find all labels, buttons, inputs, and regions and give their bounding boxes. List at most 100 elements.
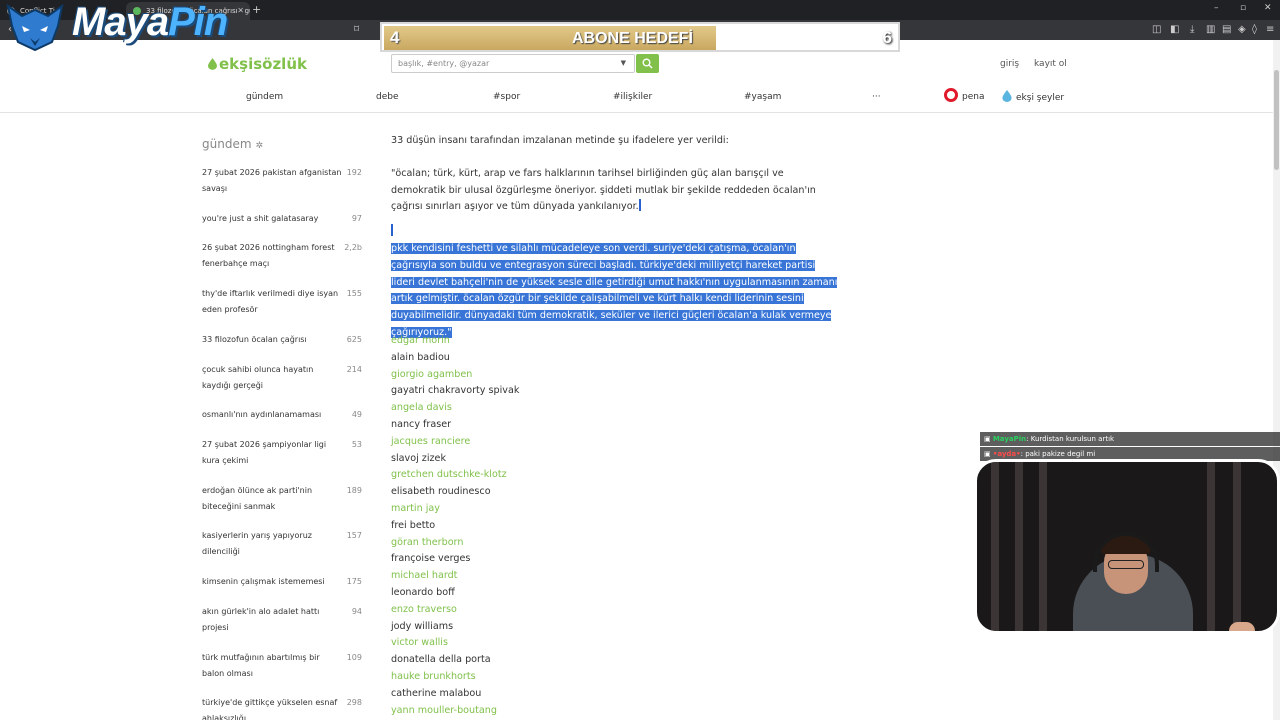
site-logo[interactable]: ekşisözlük xyxy=(208,55,307,73)
signatory-link[interactable]: giorgio agamben xyxy=(391,367,519,384)
signatory-link[interactable]: jacques ranciere xyxy=(391,434,519,451)
tabs-icon[interactable]: ▤ xyxy=(1222,24,1231,35)
sidebar-topic-item[interactable]: 26 şubat 2026 nottingham forest fenerbah… xyxy=(202,240,372,272)
nav-gundem[interactable]: gündem xyxy=(246,92,283,102)
register-link[interactable]: kayıt ol xyxy=(1034,59,1067,69)
sidebar-topic-title: thy'de iftarlık verilmedi diye isyan ede… xyxy=(202,289,339,314)
signatory-link[interactable]: victor wallis xyxy=(391,635,519,652)
signatory-name: gayatri chakravorty spivak xyxy=(391,385,520,397)
sidebar-topic-title: 33 filozofun öcalan çağrısı xyxy=(202,335,307,344)
new-tab-icon[interactable]: + xyxy=(252,3,261,16)
sidebar-topic-item[interactable]: 27 şubat 2026 pakistan afganistan savaşı… xyxy=(202,165,372,197)
goal-title: ABONE HEDEFİ xyxy=(572,30,693,47)
sidebar-icon[interactable]: ▥ xyxy=(1206,24,1215,35)
nav-yasam[interactable]: #yaşam xyxy=(744,92,781,102)
signatory-link[interactable]: göran therborn xyxy=(391,535,519,552)
sidebar-topic-count: 49 xyxy=(351,410,362,419)
entry-intro: 33 düşün insanı tarafından imzalanan met… xyxy=(391,135,729,146)
signatory-link[interactable]: edgar morin xyxy=(391,333,519,350)
sidebar-topic-item[interactable]: türkiye'de gittikçe yükselen esnaf ahlak… xyxy=(202,695,372,720)
nav-spor[interactable]: #spor xyxy=(493,92,520,102)
signatory-link[interactable]: gretchen dutschke-klotz xyxy=(391,467,519,484)
background-curtain xyxy=(1233,462,1241,631)
sidebar-title[interactable]: gündem ✲ xyxy=(202,137,263,151)
window-close-icon[interactable]: ✕ xyxy=(1264,3,1272,13)
minimize-icon[interactable]: – xyxy=(1214,3,1219,13)
sidebar-topic-item[interactable]: 27 şubat 2026 şampiyonlar ligi kura çeki… xyxy=(202,437,372,469)
menu-icon[interactable]: ≡ xyxy=(1266,24,1274,35)
search-button[interactable] xyxy=(636,54,659,73)
sidebar-topic-title: osmanlı'nın aydınlanamaması xyxy=(202,410,322,419)
chat-user: •ayda• xyxy=(992,450,1021,458)
entry-quote-selected: pkk kendisini feshetti ve silahlı mücade… xyxy=(391,224,841,342)
nav-more[interactable]: ··· xyxy=(872,92,881,102)
search-input[interactable]: başlık, #entry, @yazar ▼ xyxy=(391,54,635,73)
sidebar-topic-count: 157 xyxy=(346,531,362,540)
brand-text: MayaPin xyxy=(72,0,228,45)
sidebar-topic-item[interactable]: kimsenin çalışmak istememesi 175 xyxy=(202,574,372,590)
sidebar-topic-item[interactable]: erdoğan ölünce ak parti'nin biteceğini s… xyxy=(202,483,372,515)
subscriber-goal-banner: 4 ABONE HEDEFİ 6 xyxy=(380,22,900,52)
pena-icon xyxy=(944,88,958,102)
glasses-icon xyxy=(1108,560,1144,569)
chat-user: MayaPin xyxy=(992,435,1027,443)
sidebar-topic-item[interactable]: thy'de iftarlık verilmedi diye isyan ede… xyxy=(202,286,372,318)
search-placeholder: başlık, #entry, @yazar xyxy=(398,59,490,68)
download-icon[interactable]: ⤓ xyxy=(1190,24,1194,35)
entry-quote: "öcalan; türk, kürt, arap ve fars halkla… xyxy=(391,166,841,216)
signatory-link[interactable]: yann mouller-boutang xyxy=(391,703,519,720)
sidebar-topic-item[interactable]: kasiyerlerin yarış yapıyoruz dilenciliği… xyxy=(202,528,372,560)
text-cursor xyxy=(638,199,641,212)
login-link[interactable]: giriş xyxy=(1000,59,1019,69)
brand-left: Maya xyxy=(72,0,169,44)
extension-icon[interactable]: ◫ xyxy=(1152,24,1161,35)
sidebar-topic-item[interactable]: akın gürlek'in alo adalet hattı projesi 9… xyxy=(202,604,372,636)
signatory-link[interactable]: enzo traverso xyxy=(391,602,519,619)
drop-icon xyxy=(208,58,217,70)
extension-icon[interactable]: ◈ xyxy=(1238,24,1246,35)
sidebar-topic-title: 27 şubat 2026 şampiyonlar ligi kura çeki… xyxy=(202,440,327,465)
goal-current: 4 xyxy=(390,28,400,47)
signatory-name: françoise verges xyxy=(391,553,471,565)
bookmark-icon[interactable]: ⌑ xyxy=(354,24,359,35)
text-cursor xyxy=(391,224,393,237)
nav-eksi-seyler[interactable]: ekşi şeyler xyxy=(1002,90,1064,103)
signatory-list: edgar morin alain badiou giorgio agamben ga… xyxy=(391,333,519,719)
background-curtain xyxy=(1207,462,1215,631)
sidebar-topic-count: 155 xyxy=(346,289,362,298)
signatory-link[interactable]: michael hardt xyxy=(391,568,519,585)
sidebar-topic-item[interactable]: you're just a shit galatasaray 97 xyxy=(202,211,372,227)
chat-message: ▣ MayaPin: Kurdistan kurulsun artık xyxy=(980,432,1280,446)
signatory-name: frei betto xyxy=(391,519,436,531)
signatory-name: alain badiou xyxy=(391,351,450,363)
shield-icon[interactable]: ◊ xyxy=(1252,24,1257,35)
scrollbar-thumb[interactable] xyxy=(1274,70,1279,170)
signatory-link[interactable]: martin jay xyxy=(391,501,519,518)
sidebar-topic-item[interactable]: osmanlı'nın aydınlanamaması 49 xyxy=(202,407,372,423)
sidebar-topic-title: kimsenin çalışmak istememesi xyxy=(202,577,325,586)
signatory-link[interactable]: hauke brunkhorts xyxy=(391,669,519,686)
maximize-icon[interactable]: ▫ xyxy=(1240,3,1246,13)
streamer-logo: MayaPin xyxy=(0,0,240,54)
sidebar-topic-count: 97 xyxy=(351,214,362,223)
nav-debe[interactable]: debe xyxy=(376,92,399,102)
sidebar-topic-title: erdoğan ölünce ak parti'nin biteceğini s… xyxy=(202,486,313,511)
entry-quote-part1: "öcalan; türk, kürt, arap ve fars halkla… xyxy=(391,167,816,213)
extension-icon[interactable]: ◧ xyxy=(1170,24,1179,35)
signatory-link[interactable]: angela davis xyxy=(391,400,519,417)
sidebar-topic-item[interactable]: türk mutfağının abartılmış bir balon olm… xyxy=(202,650,372,682)
gear-icon[interactable]: ✲ xyxy=(256,141,264,151)
nav-iliskiler[interactable]: #ilişkiler xyxy=(613,92,652,102)
sidebar-topic-count: 175 xyxy=(346,577,362,586)
sidebar-topic-title: kasiyerlerin yarış yapıyoruz dilenciliği xyxy=(202,531,312,556)
sidebar-topic-count: 214 xyxy=(346,365,362,374)
wolf-logo-icon xyxy=(6,3,64,52)
sidebar-topic-item[interactable]: çocuk sahibi olunca hayatın kaydığı gerç… xyxy=(202,362,372,394)
sidebar-topic-count: 109 xyxy=(346,653,362,662)
search-icon xyxy=(642,58,653,69)
background-curtain xyxy=(1039,462,1047,631)
sidebar-topic-item[interactable]: 33 filozofun öcalan çağrısı 625 xyxy=(202,332,372,348)
chevron-down-icon[interactable]: ▼ xyxy=(621,59,626,67)
nav-pena[interactable]: pena xyxy=(944,88,984,102)
webcam-feed xyxy=(974,459,1280,634)
